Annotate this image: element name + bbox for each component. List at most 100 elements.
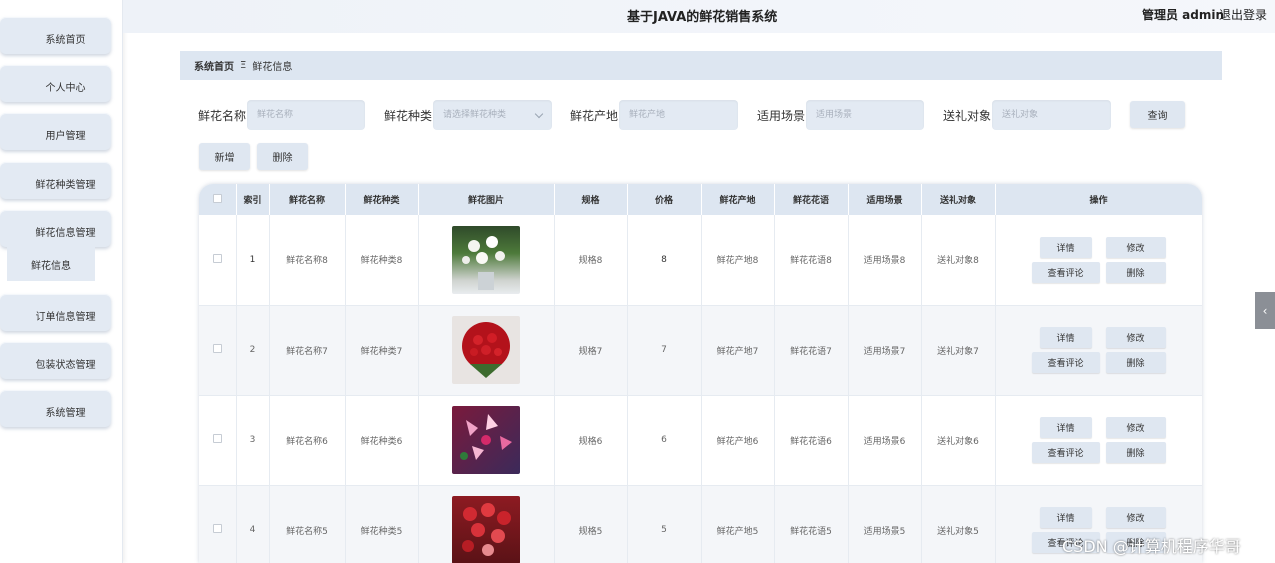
row-select[interactable] (199, 485, 237, 563)
view-reviews-button[interactable]: 查看评论 (1031, 442, 1100, 463)
cell-spec: 规格7 (554, 305, 628, 396)
view-reviews-button[interactable]: 查看评论 (1031, 261, 1100, 283)
checkbox[interactable] (212, 193, 222, 203)
sidebar-item-system[interactable]: 系统管理 (0, 390, 111, 427)
checkbox[interactable] (212, 524, 222, 533)
query-button[interactable]: 查询 (1130, 101, 1185, 128)
breadcrumb: 系统首页 Ξ 鲜花信息 (180, 51, 1222, 80)
row-select[interactable] (199, 395, 237, 486)
row-delete-button[interactable]: 删除 (1105, 352, 1166, 373)
cell-gift: 送礼对象7 (921, 305, 996, 396)
row-select[interactable] (199, 215, 237, 306)
cell-image (418, 485, 555, 563)
sidebar-item-profile[interactable]: 个人中心 (0, 65, 111, 102)
sidebar-item-home[interactable]: 系统首页 (0, 17, 111, 54)
header: 基于JAVA的鲜花销售系统 管理员 admin 退出登录 (123, 0, 1275, 33)
detail-button[interactable]: 详情 (1039, 417, 1092, 438)
header-image: 鲜花图片 (418, 184, 555, 215)
watermark: CSDN @计算机程序华哥 (1062, 537, 1241, 556)
search-origin-input[interactable]: 鲜花产地 (619, 100, 738, 130)
sidebar: 系统首页 个人中心 用户管理 鲜花种类管理 鲜花信息管理 鲜花信息 订单信息管理… (0, 0, 123, 563)
sidebar-item-packaging[interactable]: 包装状态管理 (0, 342, 111, 379)
row-delete-button[interactable]: 删除 (1105, 442, 1166, 463)
cell-scene: 适用场景8 (848, 215, 922, 306)
cell-origin: 鲜花产地7 (701, 305, 775, 396)
sidebar-item-flower-info[interactable]: 鲜花信息管理 (0, 210, 111, 247)
page-title: 基于JAVA的鲜花销售系统 (627, 10, 778, 25)
search-origin-label: 鲜花产地 (570, 109, 619, 123)
header-origin: 鲜花产地 (701, 184, 775, 215)
cell-gift: 送礼对象6 (921, 395, 996, 486)
search-gift-label: 送礼对象 (943, 109, 992, 123)
delete-button[interactable]: 删除 (257, 143, 308, 170)
table-row: 1 鲜花名称8 鲜花种类8 规格8 8 鲜花产地8 鲜花花语8 适用场景8 送礼… (199, 215, 1202, 306)
row-select[interactable] (199, 305, 237, 396)
table-header: 索引 鲜花名称 鲜花种类 鲜花图片 规格 价格 鲜花产地 鲜花花语 适用场景 送… (199, 184, 1202, 215)
flower-image-red-bouquet (452, 496, 520, 563)
cell-price: 8 (627, 215, 702, 306)
breadcrumb-current: 鲜花信息 (252, 62, 293, 73)
detail-button[interactable]: 详情 (1039, 236, 1092, 258)
cell-image (418, 395, 555, 486)
cell-operations: 详情 修改 查看评论 删除 (995, 305, 1202, 396)
row-delete-button[interactable]: 删除 (1105, 261, 1166, 283)
flower-image-red-roses (452, 316, 520, 384)
checkbox[interactable] (212, 434, 222, 443)
sidebar-item-users[interactable]: 用户管理 (0, 113, 111, 150)
cell-language: 鲜花花语7 (774, 305, 849, 396)
header-select-all[interactable] (199, 184, 237, 215)
cell-image (418, 215, 555, 306)
edit-button[interactable]: 修改 (1105, 327, 1166, 348)
sidebar-item-orders[interactable]: 订单信息管理 (0, 294, 111, 331)
header-operations: 操作 (995, 184, 1202, 215)
header-scene: 适用场景 (848, 184, 922, 215)
header-price: 价格 (627, 184, 702, 215)
add-button[interactable]: 新增 (199, 143, 250, 170)
header-language: 鲜花花语 (774, 184, 849, 215)
search-gift-input[interactable]: 送礼对象 (992, 100, 1111, 130)
view-reviews-button[interactable]: 查看评论 (1031, 352, 1100, 373)
header-spec: 规格 (554, 184, 628, 215)
cell-gift: 送礼对象8 (921, 215, 996, 306)
search-type-select[interactable]: 请选择鲜花种类 (433, 100, 552, 130)
cell-scene: 适用场景5 (848, 485, 922, 563)
detail-button[interactable]: 详情 (1039, 327, 1092, 348)
cell-type: 鲜花种类7 (345, 305, 419, 396)
cell-operations: 详情 修改 查看评论 删除 (995, 215, 1202, 306)
cell-origin: 鲜花产地5 (701, 485, 775, 563)
table-row: 3 鲜花名称6 鲜花种类6 规格6 6 鲜花产地6 鲜花花语6 适用场景6 送礼… (199, 395, 1202, 486)
edit-button[interactable]: 修改 (1105, 507, 1166, 528)
cell-scene: 适用场景7 (848, 305, 922, 396)
cell-price: 5 (627, 485, 702, 563)
detail-button[interactable]: 详情 (1039, 507, 1092, 528)
search-name-input[interactable]: 鲜花名称 (247, 100, 365, 130)
cell-index: 4 (236, 485, 270, 563)
checkbox[interactable] (212, 344, 222, 353)
sidebar-subitem-flower-info[interactable]: 鲜花信息 (7, 247, 95, 281)
table-row: 4 鲜花名称5 鲜花种类5 规格5 5 鲜花产地5 鲜花花语5 适用场景5 送礼… (199, 485, 1202, 563)
logout-link[interactable]: 退出登录 (1219, 6, 1267, 23)
cell-name: 鲜花名称6 (269, 395, 346, 486)
cell-index: 2 (236, 305, 270, 396)
cell-language: 鲜花花语8 (774, 215, 849, 306)
cell-operations: 详情 修改 查看评论 删除 (995, 395, 1202, 486)
cell-language: 鲜花花语6 (774, 395, 849, 486)
admin-label: 管理员 admin (1142, 8, 1225, 22)
search-scene-input[interactable]: 适用场景 (806, 100, 924, 130)
cell-price: 7 (627, 305, 702, 396)
edit-button[interactable]: 修改 (1105, 236, 1166, 258)
flower-table: 索引 鲜花名称 鲜花种类 鲜花图片 规格 价格 鲜花产地 鲜花花语 适用场景 送… (199, 184, 1202, 563)
chevron-down-icon (534, 109, 544, 119)
breadcrumb-home[interactable]: 系统首页 (194, 58, 234, 73)
cell-name: 鲜花名称7 (269, 305, 346, 396)
cell-gift: 送礼对象5 (921, 485, 996, 563)
checkbox[interactable] (212, 253, 222, 263)
cell-index: 1 (236, 215, 270, 306)
cell-origin: 鲜花产地6 (701, 395, 775, 486)
sidebar-item-flower-types[interactable]: 鲜花种类管理 (0, 162, 111, 199)
collapse-tab[interactable]: ‹ (1255, 292, 1275, 329)
cell-type: 鲜花种类6 (345, 395, 419, 486)
edit-button[interactable]: 修改 (1105, 417, 1166, 438)
cell-index: 3 (236, 395, 270, 486)
cell-price: 6 (627, 395, 702, 486)
